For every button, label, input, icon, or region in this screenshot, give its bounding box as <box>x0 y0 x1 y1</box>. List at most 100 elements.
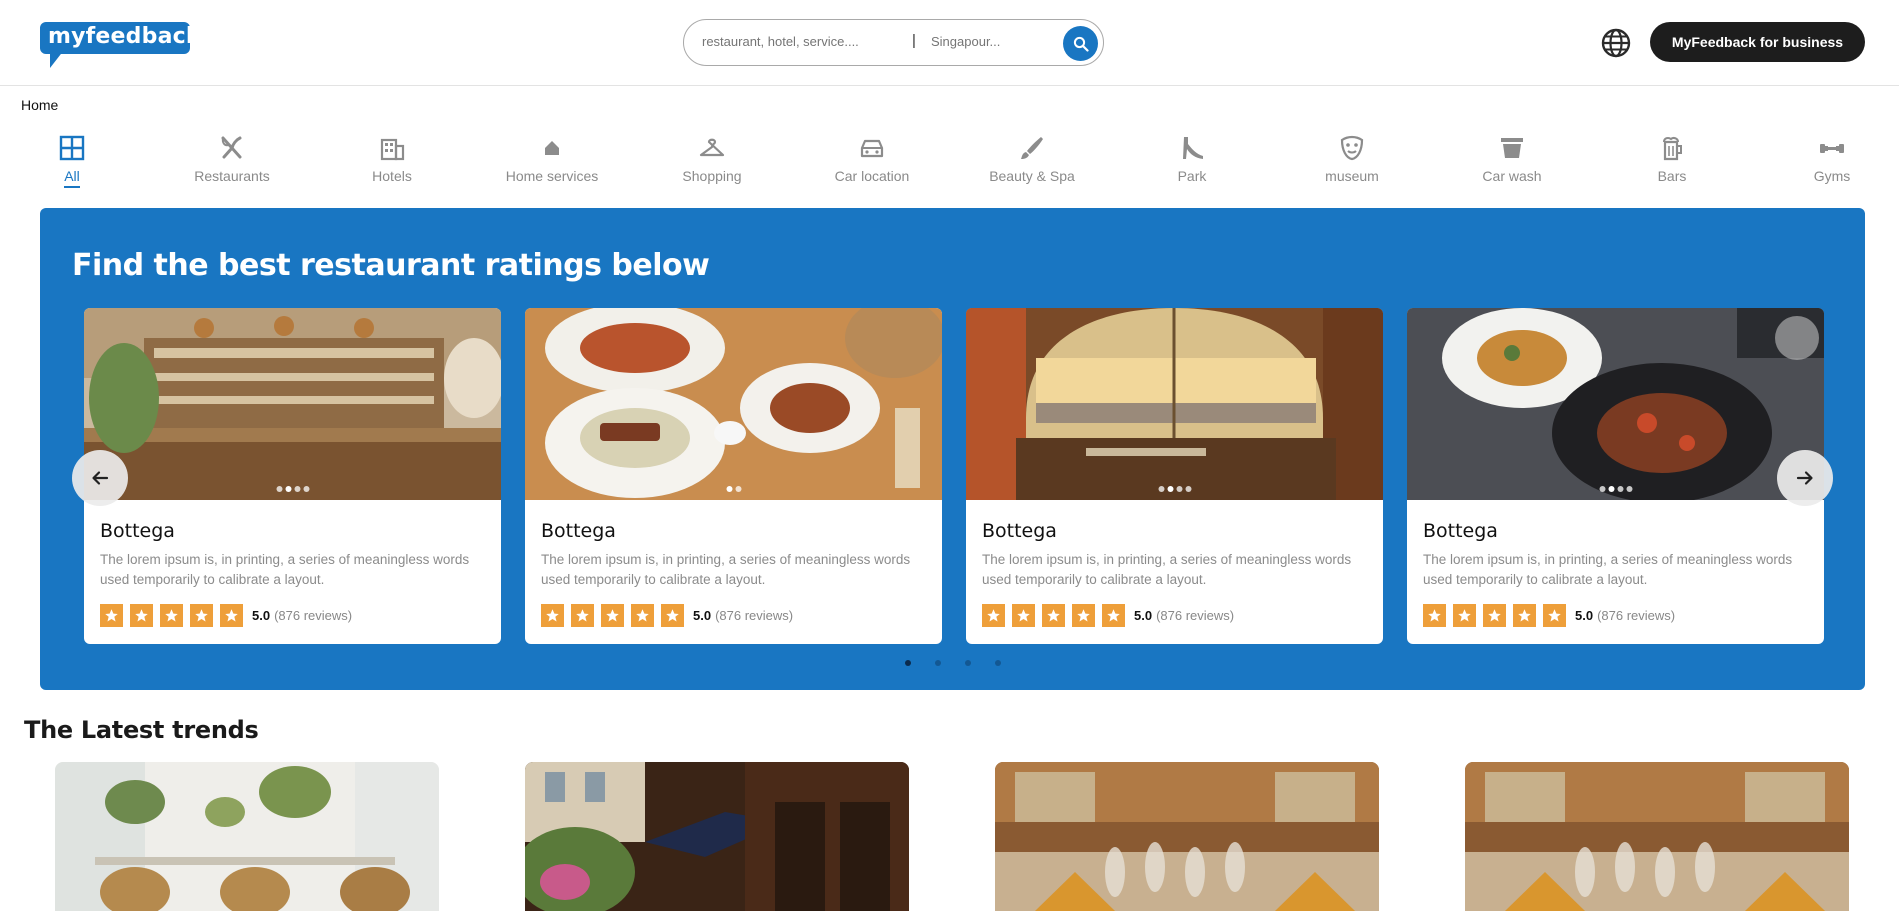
language-globe-button[interactable] <box>1601 28 1631 58</box>
search-location-input[interactable] <box>931 34 1031 49</box>
star-icon <box>631 604 654 627</box>
logo-bubble-tail <box>50 50 64 68</box>
trend-card-photo[interactable] <box>525 762 909 911</box>
search-icon <box>1073 36 1089 52</box>
star-icon <box>661 604 684 627</box>
active-underline <box>64 186 80 188</box>
rating-row: 5.0 (876 reviews) <box>541 604 793 627</box>
category-car-location[interactable]: Car location <box>802 134 942 194</box>
rating-score: 5.0 <box>252 608 271 623</box>
category-home-services[interactable]: Home services <box>482 134 622 194</box>
search-button[interactable] <box>1063 26 1098 61</box>
category-beauty-spa[interactable]: Beauty & Spa <box>962 134 1102 194</box>
review-count: (876 reviews) <box>274 608 353 623</box>
review-count: (876 reviews) <box>715 608 794 623</box>
category-label: museum <box>1325 168 1379 184</box>
slide-icon <box>1183 137 1203 159</box>
search-divider: | <box>912 32 916 49</box>
star-icon <box>220 604 243 627</box>
category-label: Beauty & Spa <box>989 168 1075 184</box>
rating-row: 5.0 (876 reviews) <box>1423 604 1675 627</box>
restaurant-card[interactable]: Bottega The lorem ipsum is, in printing,… <box>1407 308 1824 644</box>
restaurant-card[interactable]: Bottega The lorem ipsum is, in printing,… <box>525 308 942 644</box>
restaurant-description: The lorem ipsum is, in printing, a serie… <box>982 552 1352 587</box>
category-label: All <box>64 168 80 184</box>
trend-card-photo[interactable] <box>1465 762 1849 911</box>
category-bars[interactable]: Bars <box>1602 134 1742 194</box>
search-what-input[interactable] <box>702 34 882 49</box>
rating-score: 5.0 <box>1134 608 1153 623</box>
restaurant-description: The lorem ipsum is, in printing, a serie… <box>541 552 911 587</box>
star-icon <box>982 604 1005 627</box>
category-all[interactable]: All <box>2 134 142 194</box>
photo-dots <box>276 486 309 492</box>
restaurant-card[interactable]: Bottega The lorem ipsum is, in printing,… <box>966 308 1383 644</box>
myfeedback-logo[interactable]: myfeedback <box>40 22 201 68</box>
top-header: myfeedback | MyFeedback for business <box>0 0 1899 86</box>
category-label: Park <box>1177 168 1207 184</box>
restaurant-name: Bottega <box>1423 520 1498 542</box>
category-label: Car wash <box>1482 168 1542 184</box>
star-icon <box>1042 604 1065 627</box>
car-icon <box>860 139 884 158</box>
restaurant-photo <box>1407 308 1824 500</box>
category-nav: All Restaurants Hotels Home services Sho… <box>0 134 1899 194</box>
restaurant-description: The lorem ipsum is, in printing, a serie… <box>1423 552 1793 587</box>
house-icon <box>545 141 559 155</box>
star-icon <box>1072 604 1095 627</box>
category-label: Restaurants <box>194 168 270 184</box>
star-icon <box>601 604 624 627</box>
star-icon <box>1012 604 1035 627</box>
pager-dot[interactable] <box>965 660 971 666</box>
dumbbell-icon <box>1820 144 1844 153</box>
restaurant-name: Bottega <box>100 520 175 542</box>
star-icon <box>1102 604 1125 627</box>
restaurant-photo <box>966 308 1383 500</box>
star-icon <box>541 604 564 627</box>
rating-row: 5.0 (876 reviews) <box>982 604 1234 627</box>
banner-title: Find the best restaurant ratings below <box>72 248 710 283</box>
trend-card-photo[interactable] <box>55 762 439 911</box>
restaurant-description: The lorem ipsum is, in printing, a serie… <box>100 552 470 587</box>
pager-dot[interactable] <box>905 660 911 666</box>
category-label: Hotels <box>372 168 412 184</box>
hanger-icon <box>699 138 725 157</box>
category-museum[interactable]: museum <box>1282 134 1422 194</box>
restaurant-photo <box>525 308 942 500</box>
breadcrumb[interactable]: Home <box>21 97 58 113</box>
restaurant-name: Bottega <box>982 520 1057 542</box>
carousel-prev-button[interactable] <box>72 450 128 506</box>
pager-dot[interactable] <box>995 660 1001 666</box>
review-count: (876 reviews) <box>1597 608 1676 623</box>
review-count: (876 reviews) <box>1156 608 1235 623</box>
pager-dot[interactable] <box>935 660 941 666</box>
photo-dots <box>1158 486 1191 492</box>
trend-card-photo[interactable] <box>995 762 1379 911</box>
rating-score: 5.0 <box>693 608 712 623</box>
rating-score: 5.0 <box>1575 608 1594 623</box>
star-icon <box>571 604 594 627</box>
category-restaurants[interactable]: Restaurants <box>162 134 302 194</box>
grid-icon <box>59 135 85 161</box>
category-label: Home services <box>505 168 599 184</box>
restaurant-card[interactable]: Bottega The lorem ipsum is, in printing,… <box>84 308 501 644</box>
brush-icon <box>1021 137 1043 159</box>
star-icon <box>160 604 183 627</box>
photo-dots <box>726 486 741 492</box>
arrow-right-icon <box>1796 471 1813 485</box>
category-gyms[interactable]: Gyms <box>1762 134 1899 194</box>
category-car-wash[interactable]: Car wash <box>1442 134 1582 194</box>
building-icon <box>380 138 405 161</box>
category-label: Bars <box>1657 168 1687 184</box>
category-hotels[interactable]: Hotels <box>322 134 462 194</box>
category-park[interactable]: Park <box>1122 134 1262 194</box>
star-icon <box>1513 604 1536 627</box>
bucket-icon <box>1501 138 1523 158</box>
star-icon <box>190 604 213 627</box>
utensils-icon <box>221 136 242 159</box>
category-shopping[interactable]: Shopping <box>642 134 782 194</box>
restaurant-photo <box>84 308 501 500</box>
business-button[interactable]: MyFeedback for business <box>1650 22 1865 62</box>
logo-text: myfeedback <box>48 24 201 49</box>
carousel-next-button[interactable] <box>1777 450 1833 506</box>
